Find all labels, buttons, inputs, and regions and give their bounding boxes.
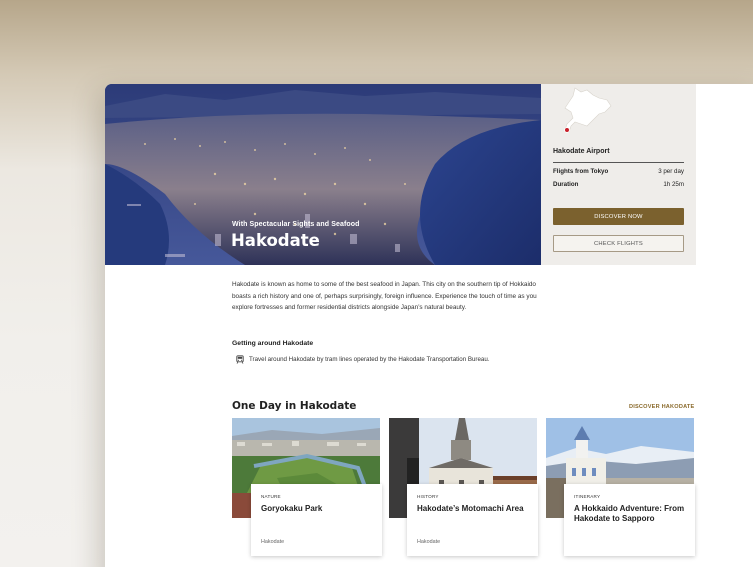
hero-banner: With Spectacular Sights and Seafood Hako… [105, 84, 541, 265]
section-title: One Day in Hakodate [232, 400, 357, 412]
getting-around-item: Travel around Hakodate by tram lines ope… [236, 355, 490, 364]
card-location: Hakodate [417, 539, 441, 545]
info-label: Duration [553, 181, 579, 188]
discover-now-button[interactable]: DISCOVER NOW [553, 208, 684, 225]
intro-paragraph: Hakodate is known as home to some of the… [232, 281, 537, 311]
check-flights-button[interactable]: CHECK FLIGHTS [553, 235, 684, 252]
hero-subtitle: With Spectacular Sights and Seafood [232, 221, 360, 228]
article-card[interactable]: NATURE Goryokaku Park Hakodate [251, 484, 382, 556]
destination-page: With Spectacular Sights and Seafood Hako… [105, 84, 753, 567]
info-value: 1h 25m [663, 181, 684, 188]
hokkaido-map-icon [564, 87, 612, 133]
card-title[interactable]: Hakodate’s Motomachi Area [417, 504, 532, 514]
card-category: ITINERARY [574, 494, 601, 499]
info-label: Flights from Tokyo [553, 168, 609, 175]
card-location: Hakodate [261, 539, 285, 545]
discover-hakodate-link[interactable]: DISCOVER HAKODATE [629, 404, 694, 410]
hero-title: Hakodate [231, 231, 320, 250]
info-row-flights: Flights from Tokyo 3 per day [553, 168, 684, 175]
article-card[interactable]: HISTORY Hakodate’s Motomachi Area Hakoda… [407, 484, 538, 556]
divider [553, 162, 684, 163]
article-card[interactable]: ITINERARY A Hokkaido Adventure: From Hak… [564, 484, 695, 556]
hero-night-city-image [105, 84, 541, 265]
airport-name: Hakodate Airport [553, 148, 610, 155]
getting-around-text: Travel around Hakodate by tram lines ope… [249, 356, 490, 363]
info-row-duration: Duration 1h 25m [553, 181, 684, 188]
card-category: NATURE [261, 494, 281, 499]
map-marker-icon [564, 127, 570, 133]
getting-around-heading: Getting around Hakodate [232, 340, 314, 347]
card-title[interactable]: A Hokkaido Adventure: From Hakodate to S… [574, 504, 689, 523]
airport-info-panel: Hakodate Airport Flights from Tokyo 3 pe… [541, 84, 696, 265]
info-value: 3 per day [658, 168, 684, 175]
card-category: HISTORY [417, 494, 439, 499]
card-title[interactable]: Goryokaku Park [261, 504, 376, 514]
tram-icon [236, 355, 244, 364]
